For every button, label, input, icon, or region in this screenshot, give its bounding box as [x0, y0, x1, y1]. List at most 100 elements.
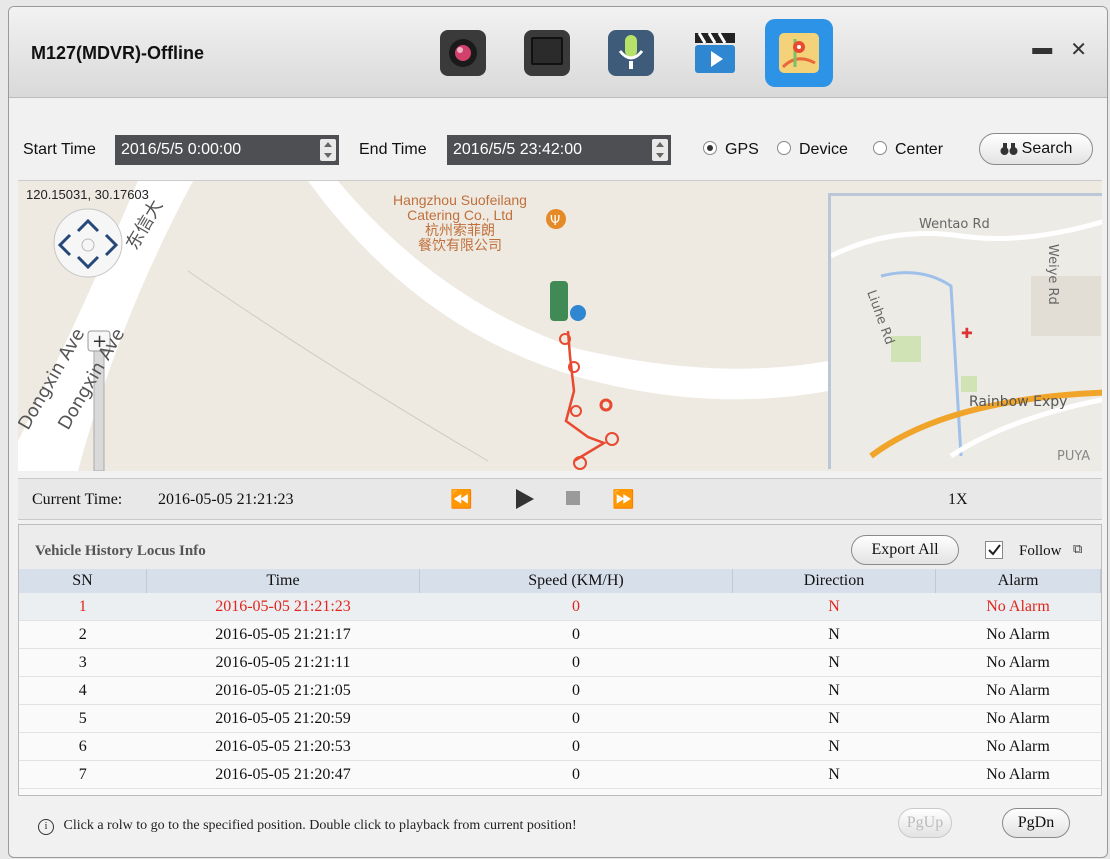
rewind-icon[interactable]: ⏪	[450, 489, 472, 510]
cell-speed: 0	[419, 760, 733, 789]
cell-speed: 0	[419, 676, 733, 705]
window-title: M127(MDVR)-Offline	[31, 43, 205, 63]
cell-speed: 0	[419, 620, 733, 649]
video-playback-icon[interactable]	[681, 19, 749, 87]
footer-info: i Click a rolw to go to the specified po…	[38, 818, 577, 835]
search-button[interactable]: Search	[979, 133, 1093, 165]
start-time-label: Start Time	[23, 141, 96, 158]
playback-speed[interactable]: 1X	[948, 491, 968, 509]
col-speed[interactable]: Speed (KM/H)	[419, 569, 733, 593]
col-direction[interactable]: Direction	[732, 569, 936, 593]
camera-icon[interactable]	[429, 19, 497, 87]
map-track-icon[interactable]	[765, 19, 833, 87]
cell-direction: N	[732, 760, 936, 789]
cell-time: 2016-05-05 21:21:23	[146, 593, 420, 621]
cell-direction: N	[732, 620, 936, 649]
popout-icon[interactable]: ⧉	[1073, 541, 1082, 557]
gps-label: GPS	[725, 141, 759, 158]
end-time-value: 2016/5/5 23:42:00	[453, 141, 583, 158]
poi-label: Hangzhou Suofeilang Catering Co., Ltd 杭州…	[370, 193, 550, 253]
cell-speed: 0	[419, 732, 733, 761]
table-row[interactable]: 1 2016-05-05 21:21:23 0 N No Alarm	[19, 593, 1101, 621]
svg-text:Ψ: Ψ	[550, 214, 560, 229]
end-time-label: End Time	[359, 141, 427, 158]
cell-direction: N	[732, 704, 936, 733]
cell-time: 2016-05-05 21:21:05	[146, 676, 420, 705]
center-label: Center	[895, 141, 944, 158]
center-radio[interactable]	[873, 141, 887, 155]
table-row[interactable]: 7 2016-05-05 21:20:47 0 N No Alarm	[19, 760, 1101, 789]
col-time[interactable]: Time	[146, 569, 420, 593]
cell-speed: 0	[419, 648, 733, 677]
device-label: Device	[799, 141, 848, 158]
cell-sn: 4	[19, 676, 147, 705]
device-radio[interactable]	[777, 141, 791, 155]
table-row[interactable]: 5 2016-05-05 21:20:59 0 N No Alarm	[19, 704, 1101, 733]
svg-text:✚: ✚	[961, 326, 973, 342]
export-all-label: Export All	[871, 541, 939, 558]
stop-icon[interactable]	[566, 491, 580, 505]
poi-name-en: Hangzhou Suofeilang Catering Co., Ltd	[393, 192, 527, 223]
map-view[interactable]: + Dongxin Ave Dongxin Ave 东信大 Ψ 120.1503…	[18, 180, 1102, 471]
inset-road-3: Liuhe Rd	[863, 288, 897, 346]
pgup-button[interactable]: PgUp	[898, 808, 952, 838]
start-time-spinner[interactable]	[320, 139, 336, 161]
binoculars-icon	[1000, 143, 1018, 155]
minimize-icon[interactable]: ▬	[1032, 37, 1052, 62]
cell-direction: N	[732, 648, 936, 677]
follow-label: Follow	[1019, 543, 1062, 559]
function-toolbar	[429, 19, 833, 87]
pgdn-label: PgDn	[1017, 814, 1055, 831]
history-panel-header: Vehicle History Locus Info Export All Fo…	[19, 525, 1101, 569]
poi-name-cn-2: 餐饮有限公司	[418, 237, 502, 253]
gps-radio[interactable]	[703, 141, 717, 155]
table-row[interactable]: 3 2016-05-05 21:21:11 0 N No Alarm	[19, 648, 1101, 677]
cell-time: 2016-05-05 21:20:59	[146, 704, 420, 733]
cell-time: 2016-05-05 21:20:47	[146, 760, 420, 789]
current-time-label: Current Time:	[32, 491, 123, 508]
pgdn-button[interactable]: PgDn	[1002, 808, 1070, 838]
current-time-value: 2016-05-05 21:21:23	[158, 491, 294, 508]
cell-speed: 0	[419, 704, 733, 733]
table-row[interactable]: 4 2016-05-05 21:21:05 0 N No Alarm	[19, 676, 1101, 705]
info-text: Click a rolw to go to the specified posi…	[63, 818, 577, 833]
search-label: Search	[1021, 140, 1073, 157]
fast-forward-icon[interactable]: ⏩	[612, 489, 634, 510]
table-row[interactable]: 6 2016-05-05 21:20:53 0 N No Alarm	[19, 732, 1101, 761]
title-bar: M127(MDVR)-Offline ▬ ✕	[9, 7, 1107, 98]
cell-sn: 1	[19, 593, 147, 621]
cell-time: 2016-05-05 21:20:53	[146, 732, 420, 761]
microphone-icon[interactable]	[597, 19, 665, 87]
playback-bar: Current Time: 2016-05-05 21:21:23 ⏪ ⏩ 1X	[18, 478, 1102, 520]
cell-direction: N	[732, 593, 936, 621]
cell-sn: 2	[19, 620, 147, 649]
export-all-button[interactable]: Export All	[851, 535, 959, 565]
col-alarm[interactable]: Alarm	[935, 569, 1101, 593]
follow-checkbox[interactable]	[985, 541, 1003, 559]
cell-time: 2016-05-05 21:21:11	[146, 648, 420, 677]
cell-sn: 3	[19, 648, 147, 677]
cell-alarm: No Alarm	[935, 760, 1101, 789]
cell-direction: N	[732, 676, 936, 705]
inset-road-5: PUYA	[1057, 449, 1090, 464]
inset-road-1: Wentao Rd	[919, 217, 990, 232]
history-panel-title: Vehicle History Locus Info	[35, 543, 206, 559]
overview-map[interactable]: ✚ Wentao Rd Weiye Rd Liuhe Rd Rainbow Ex…	[828, 193, 1102, 469]
cell-direction: N	[732, 732, 936, 761]
cell-sn: 6	[19, 732, 147, 761]
poi-name-cn-1: 杭州索菲朗	[425, 222, 495, 238]
monitor-icon[interactable]	[513, 19, 581, 87]
history-panel: Vehicle History Locus Info Export All Fo…	[18, 524, 1102, 796]
cell-sn: 7	[19, 760, 147, 789]
close-icon[interactable]: ✕	[1070, 37, 1087, 62]
window-controls: ▬ ✕	[1032, 37, 1087, 62]
end-time-field[interactable]: 2016/5/5 23:42:00	[447, 135, 671, 165]
end-time-spinner[interactable]	[652, 139, 668, 161]
play-icon[interactable]	[508, 483, 542, 515]
table-row[interactable]: 2 2016-05-05 21:21:17 0 N No Alarm	[19, 620, 1101, 649]
cell-alarm: No Alarm	[935, 732, 1101, 761]
col-sn[interactable]: SN	[19, 569, 147, 593]
pgup-label: PgUp	[906, 814, 944, 831]
cell-alarm: No Alarm	[935, 676, 1101, 705]
start-time-field[interactable]: 2016/5/5 0:00:00	[115, 135, 339, 165]
